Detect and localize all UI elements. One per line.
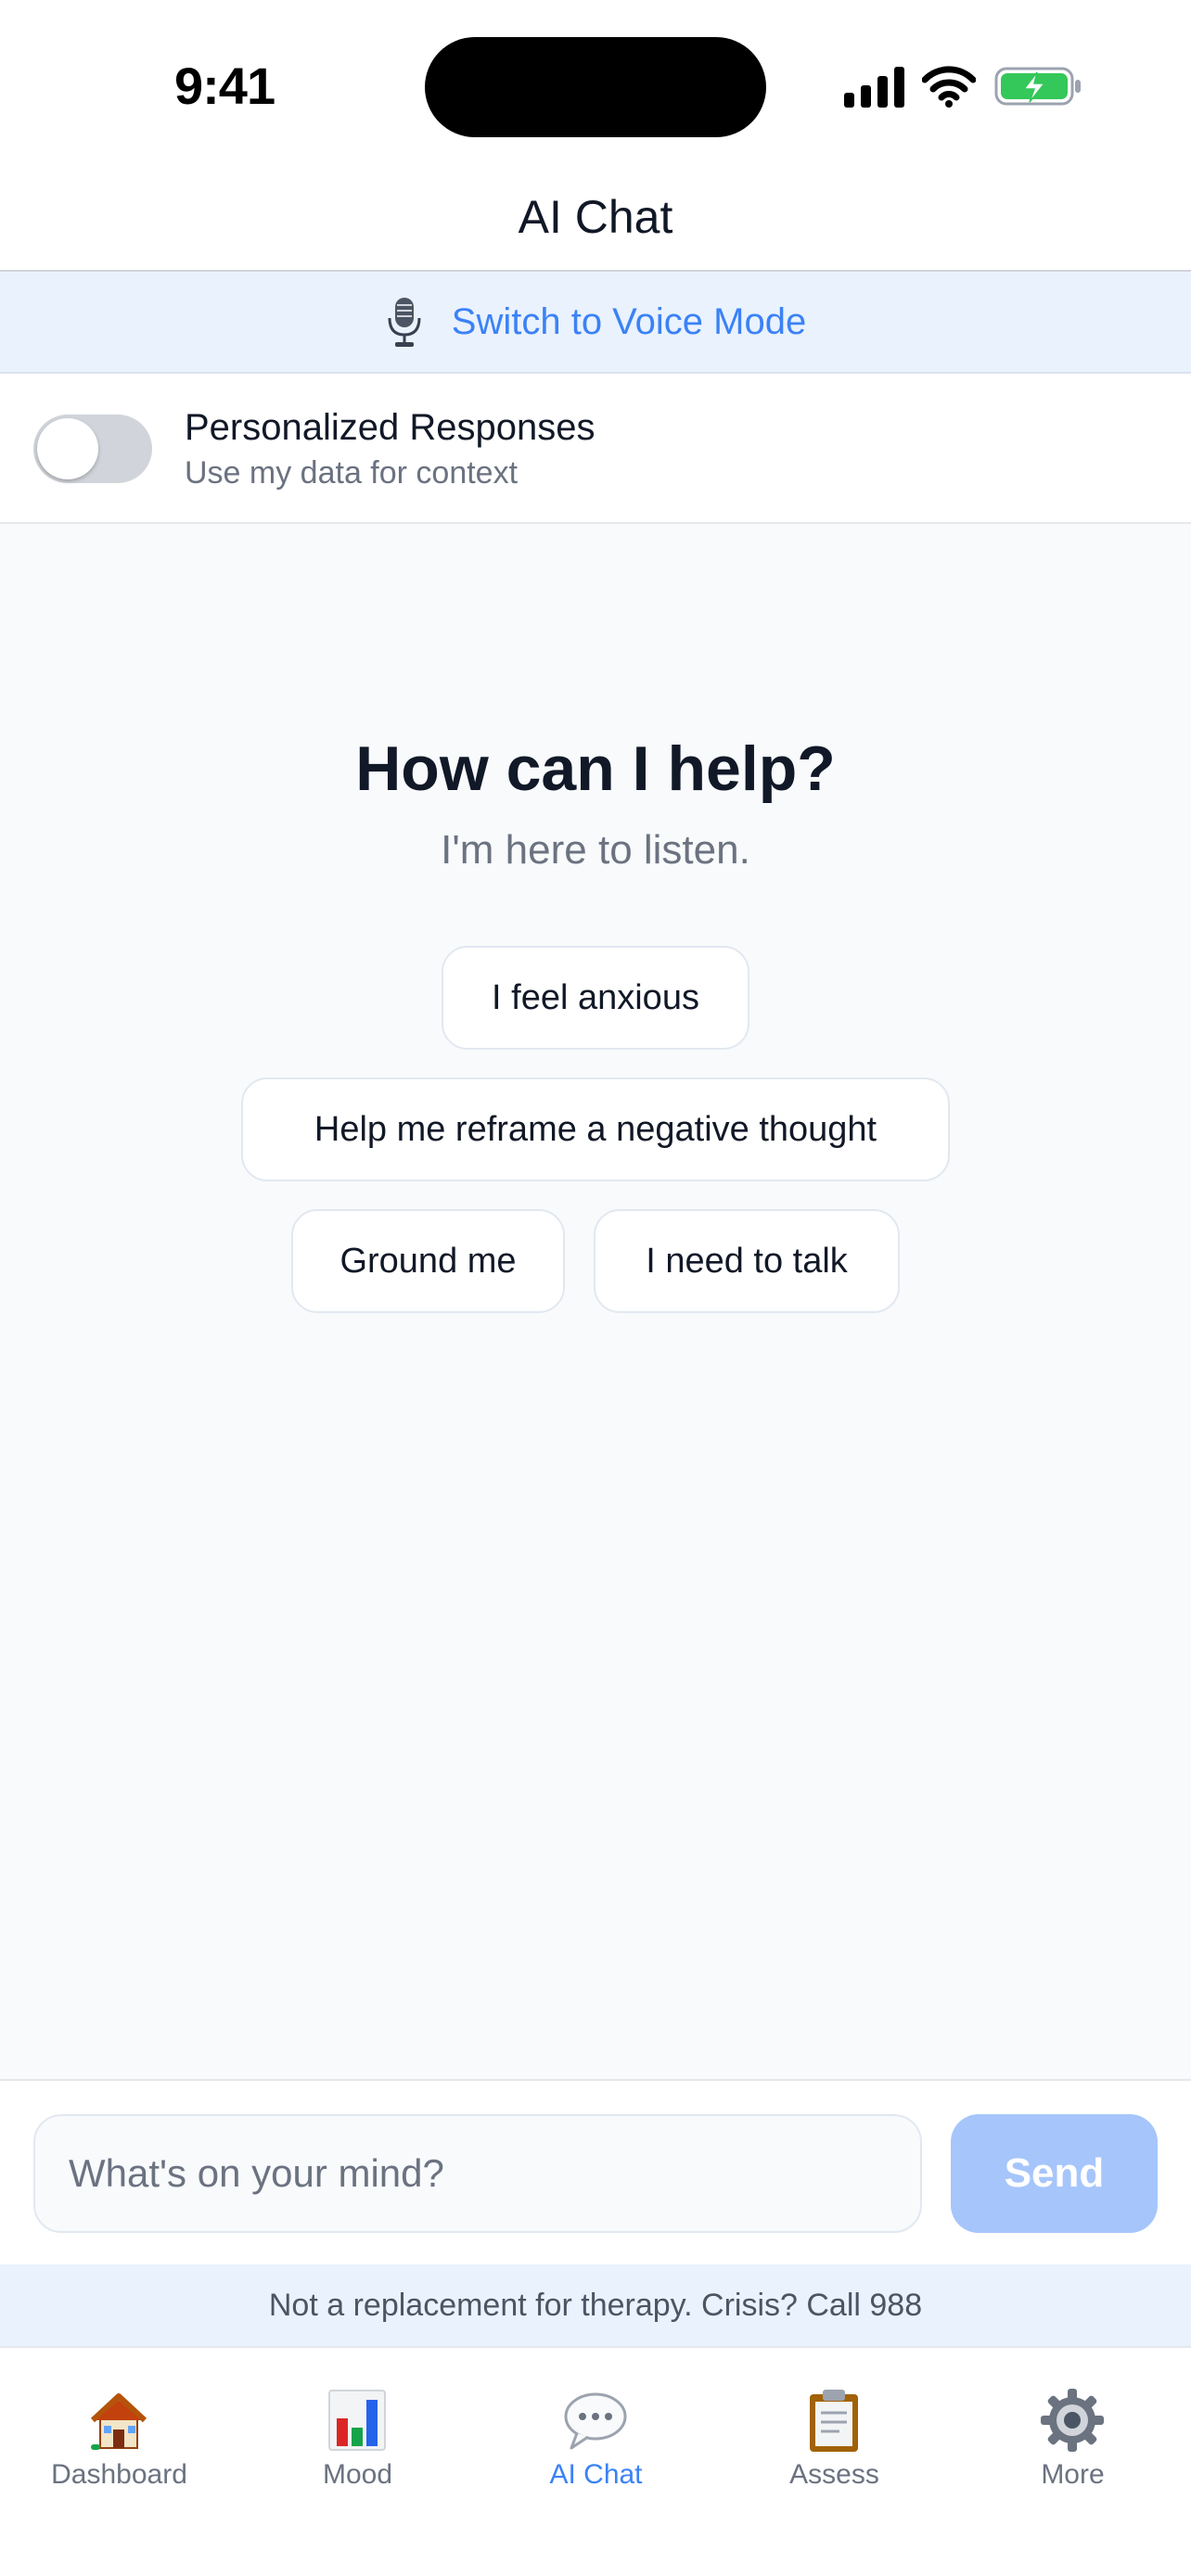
tab-label: Assess xyxy=(789,2459,879,2490)
house-icon xyxy=(90,2393,147,2450)
voice-mode-label: Switch to Voice Mode xyxy=(451,300,807,342)
tab-more[interactable]: More xyxy=(954,2348,1191,2533)
suggestion-chip-ground[interactable]: Ground me xyxy=(291,1209,565,1313)
suggestion-chip-anxious[interactable]: I feel anxious xyxy=(442,946,749,1050)
tab-ai-chat[interactable]: AI Chat xyxy=(477,2348,715,2533)
status-time: 9:41 xyxy=(174,57,275,115)
suggestion-chip-reframe[interactable]: Help me reframe a negative thought xyxy=(241,1078,950,1181)
bar-chart-icon xyxy=(328,2390,386,2451)
gear-icon xyxy=(1041,2389,1104,2452)
dynamic-island xyxy=(425,37,766,137)
tab-bar: Dashboard Mood AI Chat Assess More xyxy=(0,2346,1191,2576)
tab-label: Dashboard xyxy=(51,2459,187,2490)
speech-bubble-icon xyxy=(564,2392,627,2450)
voice-mode-button[interactable]: Switch to Voice Mode xyxy=(0,272,1191,374)
message-composer: Send xyxy=(0,2079,1191,2264)
signal-icon xyxy=(844,67,904,108)
personalization-subtitle: Use my data for context xyxy=(185,455,519,491)
toggle-knob xyxy=(37,418,98,479)
app-header: AI Chat xyxy=(0,153,1191,272)
tab-dashboard[interactable]: Dashboard xyxy=(0,2348,238,2533)
empty-state-title: How can I help? xyxy=(355,733,836,804)
personalization-toggle[interactable] xyxy=(33,414,152,483)
message-input[interactable] xyxy=(33,2114,922,2233)
page-title: AI Chat xyxy=(518,191,673,243)
tab-mood[interactable]: Mood xyxy=(238,2348,477,2533)
status-bar: 9:41 xyxy=(0,0,1191,153)
crisis-disclaimer: Not a replacement for therapy. Crisis? C… xyxy=(0,2264,1191,2346)
wifi-icon xyxy=(922,66,976,108)
tab-label: More xyxy=(1041,2459,1105,2490)
tab-label: AI Chat xyxy=(549,2459,643,2490)
send-button[interactable]: Send xyxy=(951,2114,1158,2233)
personalization-row: Personalized Responses Use my data for c… xyxy=(0,374,1191,524)
clipboard-icon xyxy=(810,2390,858,2452)
suggestion-chip-talk[interactable]: I need to talk xyxy=(594,1209,900,1313)
empty-state-subtitle: I'm here to listen. xyxy=(441,827,750,873)
tab-label: Mood xyxy=(322,2459,393,2490)
tab-assess[interactable]: Assess xyxy=(715,2348,954,2533)
microphone-icon xyxy=(388,298,421,347)
personalization-title: Personalized Responses xyxy=(185,407,596,448)
battery-charging-icon xyxy=(994,67,1081,106)
